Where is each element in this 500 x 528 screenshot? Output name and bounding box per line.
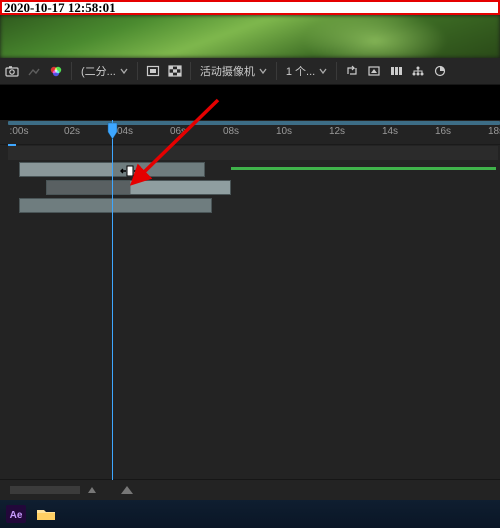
chevron-down-icon bbox=[319, 67, 327, 75]
panel-divider bbox=[0, 85, 500, 120]
zoom-in-icon[interactable] bbox=[120, 484, 134, 499]
ruler-tick: 18s bbox=[488, 126, 500, 137]
camera-label: 活动摄像机 bbox=[200, 63, 255, 79]
timeline-zoom-bar[interactable] bbox=[0, 479, 500, 500]
ruler-tick: 12s bbox=[329, 126, 345, 137]
resolution-select[interactable]: (二分... bbox=[77, 61, 132, 81]
layer-clip[interactable] bbox=[19, 198, 212, 213]
ruler-tick: 04s bbox=[117, 126, 133, 137]
share-view-icon[interactable] bbox=[342, 61, 362, 81]
playhead-line bbox=[112, 120, 113, 480]
ruler-tick: 10s bbox=[276, 126, 292, 137]
ruler-tick: 16s bbox=[435, 126, 451, 137]
svg-text:Ae: Ae bbox=[10, 510, 23, 521]
ruler-tick: :00s bbox=[10, 126, 29, 137]
ruler-tick: 08s bbox=[223, 126, 239, 137]
fast-preview-icon[interactable] bbox=[386, 61, 406, 81]
views-label: 1 个... bbox=[286, 63, 315, 79]
ruler-tick: 06s bbox=[170, 126, 186, 137]
work-area-track bbox=[0, 144, 500, 160]
work-area-bg bbox=[8, 146, 498, 160]
preview-viewport bbox=[0, 15, 500, 58]
layer-row bbox=[0, 178, 500, 196]
flowchart-icon[interactable] bbox=[408, 61, 428, 81]
zoom-handle-left[interactable] bbox=[10, 486, 80, 494]
camera-select[interactable]: 活动摄像机 bbox=[196, 61, 271, 81]
chevron-down-icon bbox=[259, 67, 267, 75]
time-ruler[interactable]: :00s 02s 04s 06s 08s 10s 12s 14s 16s 18s bbox=[0, 120, 500, 145]
views-select[interactable]: 1 个... bbox=[282, 61, 331, 81]
show-snapshot-icon[interactable] bbox=[24, 61, 44, 81]
pixel-aspect-icon[interactable] bbox=[364, 61, 384, 81]
tracks-area bbox=[0, 144, 500, 480]
transparency-grid-icon[interactable] bbox=[165, 61, 185, 81]
windows-taskbar: Ae bbox=[0, 500, 500, 528]
layer-row bbox=[0, 196, 500, 214]
channel-icon[interactable] bbox=[46, 61, 66, 81]
snapshot-icon[interactable] bbox=[2, 61, 22, 81]
work-area-bar[interactable] bbox=[8, 121, 500, 125]
chevron-down-icon bbox=[120, 67, 128, 75]
ruler-tick: 14s bbox=[382, 126, 398, 137]
timestamp-overlay: 2020-10-17 12:58:01 bbox=[0, 0, 500, 15]
cached-preview-bar bbox=[231, 167, 496, 170]
resolution-label: (二分... bbox=[81, 63, 116, 79]
folder-icon[interactable] bbox=[34, 504, 58, 524]
composition-footer-toolbar: (二分... 活动摄像机 1 个... bbox=[0, 58, 500, 85]
timeline-panel: :00s 02s 04s 06s 08s 10s 12s 14s 16s 18s bbox=[0, 120, 500, 480]
zoom-out-icon[interactable] bbox=[86, 484, 98, 499]
ae-app-icon[interactable]: Ae bbox=[4, 504, 28, 524]
roi-icon[interactable] bbox=[143, 61, 163, 81]
layer-clip[interactable] bbox=[46, 180, 232, 195]
timestamp-text: 2020-10-17 12:58:01 bbox=[2, 2, 498, 13]
ruler-tick: 02s bbox=[64, 126, 80, 137]
reset-exposure-icon[interactable] bbox=[430, 61, 450, 81]
